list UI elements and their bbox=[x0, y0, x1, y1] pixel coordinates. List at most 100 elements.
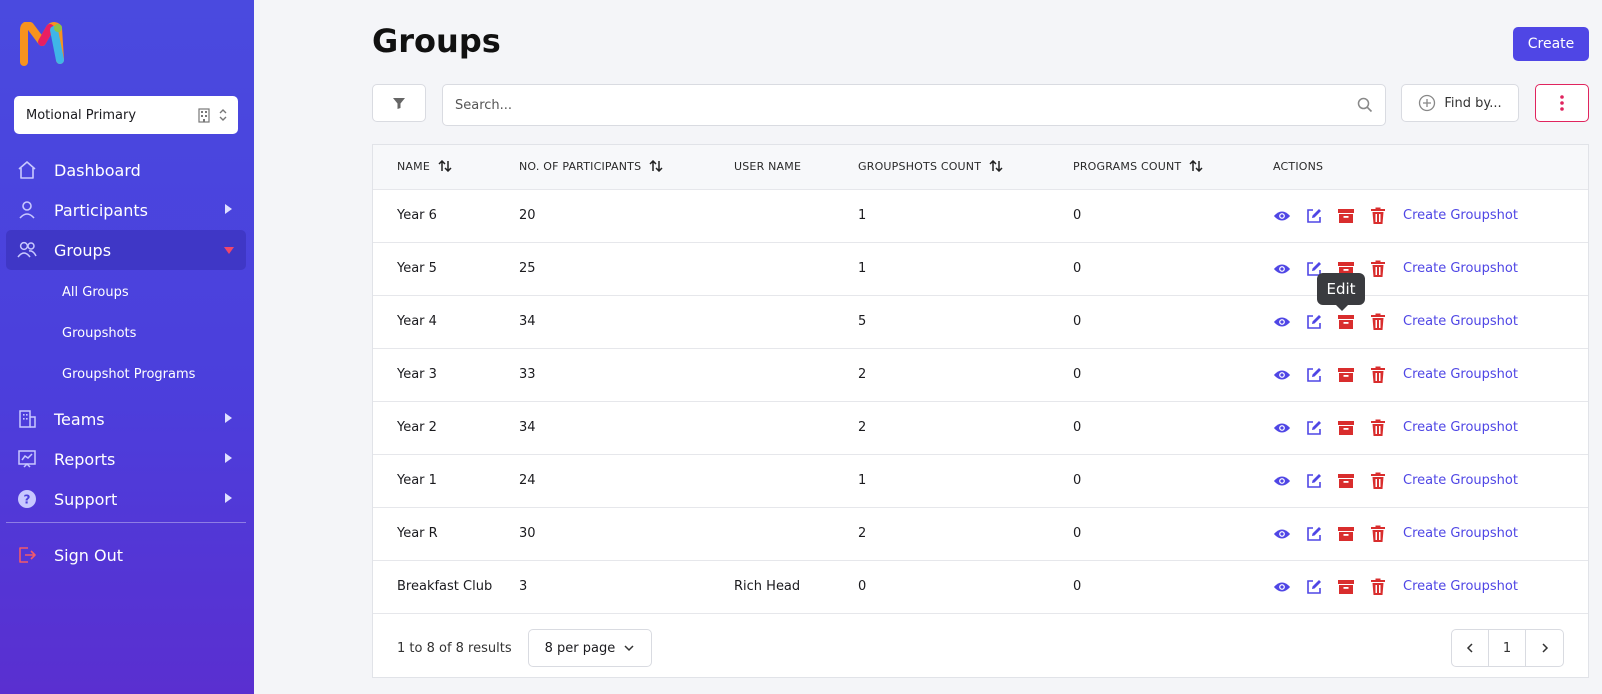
more-options-button[interactable] bbox=[1535, 84, 1589, 122]
cell-participants: 34 bbox=[519, 295, 734, 349]
cell-user-name bbox=[734, 242, 858, 296]
column-header-name[interactable]: NAME bbox=[373, 145, 519, 190]
edit-icon[interactable] bbox=[1305, 207, 1323, 225]
sort-icon[interactable] bbox=[989, 160, 1003, 173]
archive-icon[interactable] bbox=[1337, 366, 1355, 384]
cell-groupshots: 2 bbox=[858, 348, 1073, 402]
archive-icon[interactable] bbox=[1337, 525, 1355, 543]
cell-actions: Create Groupshot bbox=[1273, 454, 1588, 508]
subnav-item-groupshot-programs[interactable]: Groupshot Programs bbox=[62, 354, 246, 395]
trash-icon[interactable] bbox=[1369, 260, 1387, 278]
results-count: 1 to 8 of 8 results bbox=[397, 640, 512, 656]
cell-participants: 25 bbox=[519, 242, 734, 296]
prev-page-button[interactable] bbox=[1452, 630, 1489, 666]
archive-icon[interactable] bbox=[1337, 472, 1355, 490]
trash-icon[interactable] bbox=[1369, 366, 1387, 384]
filter-button[interactable] bbox=[372, 84, 426, 122]
sidebar-item-reports[interactable]: Reports bbox=[6, 439, 246, 479]
view-icon[interactable] bbox=[1273, 313, 1291, 331]
sign-out-button[interactable]: Sign Out bbox=[16, 544, 123, 566]
cell-name: Year 1 bbox=[373, 454, 519, 508]
sidebar-item-teams[interactable]: Teams bbox=[6, 399, 246, 439]
find-by-button[interactable]: Find by... bbox=[1401, 84, 1519, 122]
view-icon[interactable] bbox=[1273, 207, 1291, 225]
motional-logo-icon[interactable] bbox=[20, 21, 68, 66]
edit-icon[interactable] bbox=[1305, 578, 1323, 596]
view-icon[interactable] bbox=[1273, 419, 1291, 437]
subnav-item-groupshots[interactable]: Groupshots bbox=[62, 313, 246, 354]
archive-icon[interactable] bbox=[1337, 419, 1355, 437]
trash-icon[interactable] bbox=[1369, 472, 1387, 490]
svg-text:?: ? bbox=[24, 493, 31, 507]
sort-icon[interactable] bbox=[1189, 160, 1203, 173]
cell-participants: 33 bbox=[519, 348, 734, 402]
create-groupshot-link[interactable]: Create Groupshot bbox=[1403, 579, 1518, 594]
column-header-groupshots[interactable]: GROUPSHOTS COUNT bbox=[858, 145, 1073, 190]
edit-icon[interactable] bbox=[1305, 525, 1323, 543]
subnav-item-all-groups[interactable]: All Groups bbox=[62, 272, 246, 313]
cell-programs: 0 bbox=[1073, 242, 1273, 296]
view-icon[interactable] bbox=[1273, 578, 1291, 596]
per-page-select[interactable]: 8 per page bbox=[527, 629, 652, 667]
cell-programs: 0 bbox=[1073, 295, 1273, 349]
cell-programs: 0 bbox=[1073, 560, 1273, 614]
caret-right-icon bbox=[225, 204, 232, 214]
archive-icon[interactable] bbox=[1337, 207, 1355, 225]
view-icon[interactable] bbox=[1273, 366, 1291, 384]
sidebar-item-support[interactable]: ? Support bbox=[6, 479, 246, 519]
view-icon[interactable] bbox=[1273, 260, 1291, 278]
column-header-participants[interactable]: NO. OF PARTICIPANTS bbox=[519, 145, 734, 190]
trash-icon[interactable] bbox=[1369, 578, 1387, 596]
kebab-menu-icon bbox=[1560, 95, 1564, 111]
sidebar-item-label: Participants bbox=[54, 200, 148, 220]
chevron-right-icon bbox=[1541, 643, 1548, 653]
archive-icon[interactable] bbox=[1337, 578, 1355, 596]
search-input[interactable] bbox=[455, 97, 1357, 113]
cell-actions: Create Groupshot bbox=[1273, 401, 1588, 455]
cell-user-name bbox=[734, 348, 858, 402]
chevron-left-icon bbox=[1466, 643, 1473, 653]
view-icon[interactable] bbox=[1273, 472, 1291, 490]
trash-icon[interactable] bbox=[1369, 207, 1387, 225]
cell-actions: Create Groupshot bbox=[1273, 348, 1588, 402]
create-button[interactable]: Create bbox=[1513, 27, 1589, 61]
sidebar-nav: Dashboard Participants Groups All Groups… bbox=[6, 150, 246, 519]
sidebar-item-participants[interactable]: Participants bbox=[6, 190, 246, 230]
trash-icon[interactable] bbox=[1369, 313, 1387, 331]
cell-participants: 20 bbox=[519, 189, 734, 243]
page-button-1[interactable]: 1 bbox=[1489, 630, 1526, 666]
search-icon[interactable] bbox=[1357, 97, 1373, 113]
cell-programs: 0 bbox=[1073, 454, 1273, 508]
create-groupshot-link[interactable]: Create Groupshot bbox=[1403, 420, 1518, 435]
trash-icon[interactable] bbox=[1369, 525, 1387, 543]
edit-icon[interactable] bbox=[1305, 366, 1323, 384]
edit-icon[interactable] bbox=[1305, 472, 1323, 490]
create-groupshot-link[interactable]: Create Groupshot bbox=[1403, 473, 1518, 488]
cell-programs: 0 bbox=[1073, 401, 1273, 455]
sidebar-item-dashboard[interactable]: Dashboard bbox=[6, 150, 246, 190]
sort-icon[interactable] bbox=[438, 160, 452, 173]
team-selector[interactable]: Motional Primary bbox=[14, 96, 238, 134]
trash-icon[interactable] bbox=[1369, 419, 1387, 437]
archive-icon[interactable] bbox=[1337, 313, 1355, 331]
create-groupshot-link[interactable]: Create Groupshot bbox=[1403, 261, 1518, 276]
create-groupshot-link[interactable]: Create Groupshot bbox=[1403, 314, 1518, 329]
sort-icon[interactable] bbox=[649, 160, 663, 173]
table-row: Year 4 34 5 0 Create Groupshot bbox=[373, 295, 1588, 349]
cell-groupshots: 2 bbox=[858, 507, 1073, 561]
cell-groupshots: 2 bbox=[858, 401, 1073, 455]
cell-participants: 24 bbox=[519, 454, 734, 508]
cell-groupshots: 1 bbox=[858, 454, 1073, 508]
column-header-user-name: USER NAME bbox=[734, 145, 858, 190]
create-groupshot-link[interactable]: Create Groupshot bbox=[1403, 367, 1518, 382]
edit-icon[interactable] bbox=[1305, 313, 1323, 331]
caret-right-icon bbox=[225, 453, 232, 463]
sidebar-item-groups[interactable]: Groups bbox=[6, 230, 246, 270]
next-page-button[interactable] bbox=[1526, 630, 1563, 666]
edit-icon[interactable] bbox=[1305, 419, 1323, 437]
view-icon[interactable] bbox=[1273, 525, 1291, 543]
column-header-programs[interactable]: PROGRAMS COUNT bbox=[1073, 145, 1273, 190]
create-groupshot-link[interactable]: Create Groupshot bbox=[1403, 208, 1518, 223]
user-icon bbox=[16, 199, 38, 221]
create-groupshot-link[interactable]: Create Groupshot bbox=[1403, 526, 1518, 541]
